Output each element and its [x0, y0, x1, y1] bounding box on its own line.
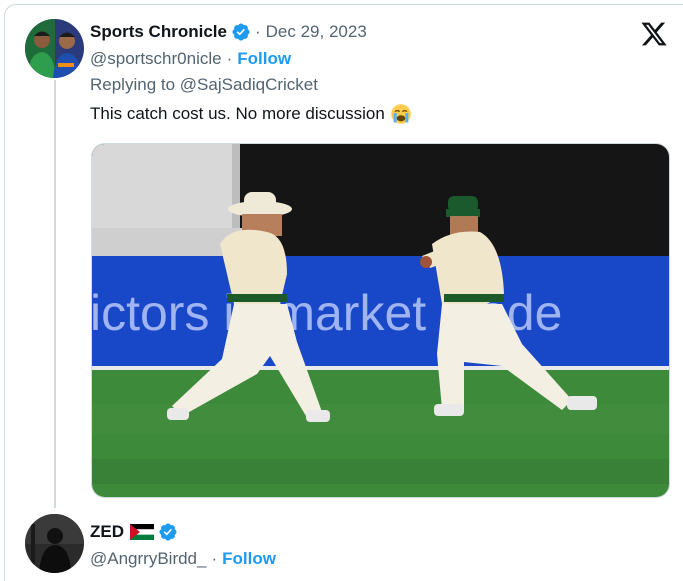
tweet-date[interactable]: Dec 29, 2023: [266, 22, 367, 42]
verified-badge-icon: [159, 523, 177, 541]
reply-header: ZED: [90, 521, 178, 543]
cricket-fielders-photo: ictors is market leade: [92, 144, 669, 497]
tweet-text: This catch cost us. No more discussion: [90, 104, 385, 123]
header-separator: ·: [254, 22, 261, 41]
thread-line: [54, 80, 56, 508]
handle-separator: ·: [226, 49, 233, 68]
replying-to[interactable]: Replying to @SajSadiqCricket: [90, 75, 318, 95]
follow-button[interactable]: Follow: [237, 49, 291, 69]
reply-handle-row: @AngrryBirdd_ · Follow: [90, 549, 276, 569]
reply-author-handle[interactable]: @AngrryBirdd_: [90, 549, 206, 569]
author-name[interactable]: Sports Chronicle: [90, 22, 227, 42]
author-handle-row: @sportschr0nicle · Follow: [90, 49, 291, 69]
x-logo-icon[interactable]: [640, 20, 668, 48]
author-avatar[interactable]: [25, 19, 84, 78]
tweet-text-row: This catch cost us. No more discussion: [90, 103, 412, 125]
reply-follow-button[interactable]: Follow: [222, 549, 276, 569]
author-handle[interactable]: @sportschr0nicle: [90, 49, 222, 69]
loudly-crying-face-emoji-icon: [391, 104, 411, 124]
reply-author-avatar[interactable]: [25, 514, 84, 573]
reply-handle-separator: ·: [211, 549, 218, 568]
palestine-flag-icon: [130, 524, 154, 540]
tweet-header: Sports Chronicle · Dec 29, 2023: [90, 20, 367, 44]
reply-author-name[interactable]: ZED: [90, 522, 124, 542]
tweet-media-image[interactable]: ictors is market leade: [91, 143, 670, 498]
verified-badge-icon: [232, 23, 250, 41]
